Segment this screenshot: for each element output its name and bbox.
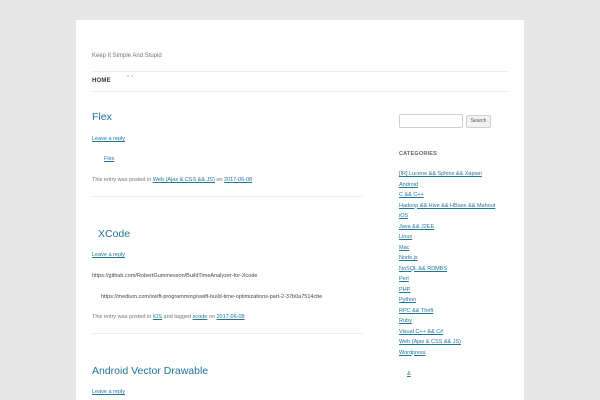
categories-heading: CATEGORIES (399, 151, 437, 157)
post-meta: This entry was posted in Web (Ajax & CSS… (92, 177, 252, 183)
category-item[interactable]: Mac (399, 245, 409, 251)
meta-prefix: This entry was posted in (92, 177, 152, 183)
category-item[interactable]: iOS (399, 213, 408, 219)
site-tagline: Keep It Simple And Stupid (92, 53, 162, 59)
post-title-xcode[interactable]: XCode (98, 228, 130, 240)
category-link[interactable]: iOS (153, 314, 162, 320)
date-link[interactable]: 2017-06-08 (224, 177, 252, 183)
search-button[interactable]: Search (466, 115, 491, 128)
post-divider (92, 196, 363, 197)
meta-tagged: and tagged (163, 314, 192, 320)
category-item[interactable]: Wordpress (399, 350, 426, 356)
leave-reply-link[interactable]: Leave a reply (92, 389, 125, 395)
category-item[interactable]: Perl (399, 276, 409, 282)
meta-prefix: This entry was posted in (92, 314, 152, 320)
post-title-android-vector[interactable]: Android Vector Drawable (92, 365, 208, 377)
nav-home-link[interactable]: HOME (92, 78, 111, 84)
post-divider (92, 333, 363, 334)
category-item[interactable]: Java && J2EE (399, 224, 434, 230)
nav-divider (92, 91, 508, 92)
category-item[interactable]: Hadoop && Hive && HBase && Mahout (399, 203, 495, 209)
post-content-line: https://github.com/RobertGummesson/Build… (92, 273, 258, 279)
post-content-line: https://medium.com/swift-programming/swi… (101, 294, 323, 300)
header-divider (92, 71, 508, 72)
category-item[interactable]: C && C++ (399, 192, 424, 198)
post-content-link[interactable]: Flex (104, 156, 128, 162)
category-link[interactable]: Web (Ajax & CSS && JS) (153, 177, 215, 183)
category-item[interactable]: Linux (399, 234, 412, 240)
post-meta: This entry was posted in iOS and tagged … (92, 314, 245, 320)
category-item[interactable]: Web (Ajax & CSS && JS) (399, 339, 461, 345)
leave-reply-link[interactable]: Leave a reply (92, 136, 125, 142)
category-item[interactable]: NoSQL && RDMBS (399, 266, 447, 272)
meta-on: on (216, 177, 223, 183)
meta-on: on (208, 314, 215, 320)
category-item[interactable]: RPC && Thrift (399, 308, 433, 314)
date-link[interactable]: 2017-06-08 (216, 314, 244, 320)
category-item[interactable]: Ruby (399, 318, 412, 324)
category-item[interactable]: Android (399, 182, 418, 188)
post-title-flex[interactable]: Flex (92, 111, 112, 123)
tag-link[interactable]: xcode (193, 314, 208, 320)
category-item[interactable]: Node.js (399, 255, 418, 261)
category-item[interactable]: Visual C++ && C# (399, 329, 443, 335)
leave-reply-link[interactable]: Leave a reply (92, 252, 125, 258)
nav-extra-item[interactable]: " " (127, 76, 133, 82)
category-item[interactable]: [IR] Lucene && Sphinx && Xapian (399, 171, 482, 177)
page-container: Keep It Simple And Stupid HOME " " Flex … (76, 20, 524, 400)
category-item[interactable]: & (399, 371, 419, 377)
search-input[interactable] (399, 114, 463, 128)
category-item[interactable]: Python (399, 297, 416, 303)
category-item[interactable]: PHP (399, 287, 410, 293)
